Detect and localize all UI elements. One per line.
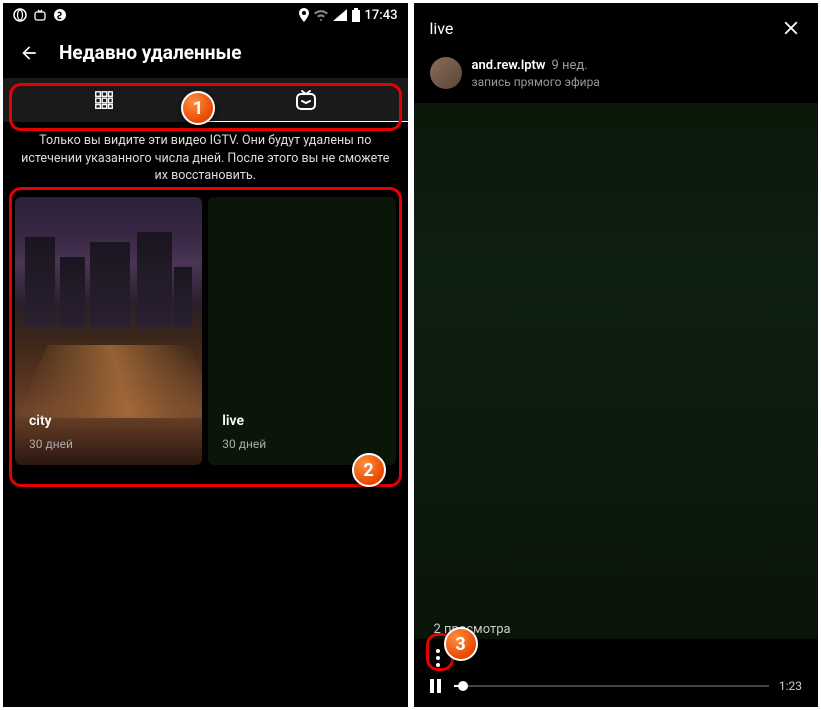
card-days: 30 дней — [222, 437, 381, 451]
battery-icon — [351, 8, 361, 22]
grid-icon — [93, 89, 115, 111]
shazam-icon — [53, 8, 67, 22]
signal-icon — [333, 9, 347, 21]
video-subtitle: запись прямого эфира — [472, 75, 600, 89]
bottom-controls: 2 просмотра 1:23 — [414, 612, 819, 707]
more-options-icon[interactable] — [436, 649, 440, 667]
close-icon[interactable] — [780, 17, 802, 39]
igtv-icon — [294, 88, 318, 112]
annotation-badge-1: 1 — [181, 91, 215, 125]
video-playback-area[interactable] — [414, 103, 819, 639]
card-title: live — [222, 413, 381, 429]
clock-text: 17:43 — [365, 8, 398, 23]
page-title: Недавно удаленные — [59, 41, 242, 64]
left-phone-screen: 17:43 Недавно удаленные Только вы видите… — [3, 3, 408, 707]
pause-button[interactable] — [430, 679, 444, 693]
weeks-ago: 9 нед. — [551, 58, 587, 73]
back-arrow-icon[interactable] — [19, 43, 39, 63]
igtv-small-icon — [33, 8, 47, 22]
page-header: Недавно удаленные — [3, 27, 408, 78]
username: and.rew.lptw — [472, 58, 546, 73]
video-grid: city 30 дней live 30 дней — [3, 195, 408, 467]
opera-icon — [13, 8, 27, 22]
status-bar: 17:43 — [3, 3, 408, 27]
video-card-city[interactable]: city 30 дней — [15, 197, 202, 465]
detail-title: live — [430, 19, 454, 38]
tab-igtv[interactable] — [205, 78, 407, 122]
views-count: 2 просмотра — [434, 622, 803, 637]
annotation-badge-3: 3 — [444, 627, 478, 661]
video-card-live[interactable]: live 30 дней — [208, 197, 395, 465]
right-phone-screen: live and.rew.lptw 9 нед. запись прямого … — [414, 3, 819, 707]
progress-bar[interactable] — [454, 685, 769, 687]
info-text: Только вы видите эти видео IGTV. Они буд… — [3, 122, 408, 195]
user-info-row[interactable]: and.rew.lptw 9 нед. запись прямого эфира — [414, 53, 819, 101]
duration-text: 1:23 — [779, 679, 802, 693]
tab-grid[interactable] — [3, 78, 205, 122]
avatar — [430, 57, 462, 89]
location-icon — [299, 8, 309, 22]
annotation-badge-2: 2 — [352, 453, 386, 487]
detail-header: live — [414, 3, 819, 53]
wifi-icon — [313, 9, 329, 21]
card-days: 30 дней — [29, 437, 188, 451]
